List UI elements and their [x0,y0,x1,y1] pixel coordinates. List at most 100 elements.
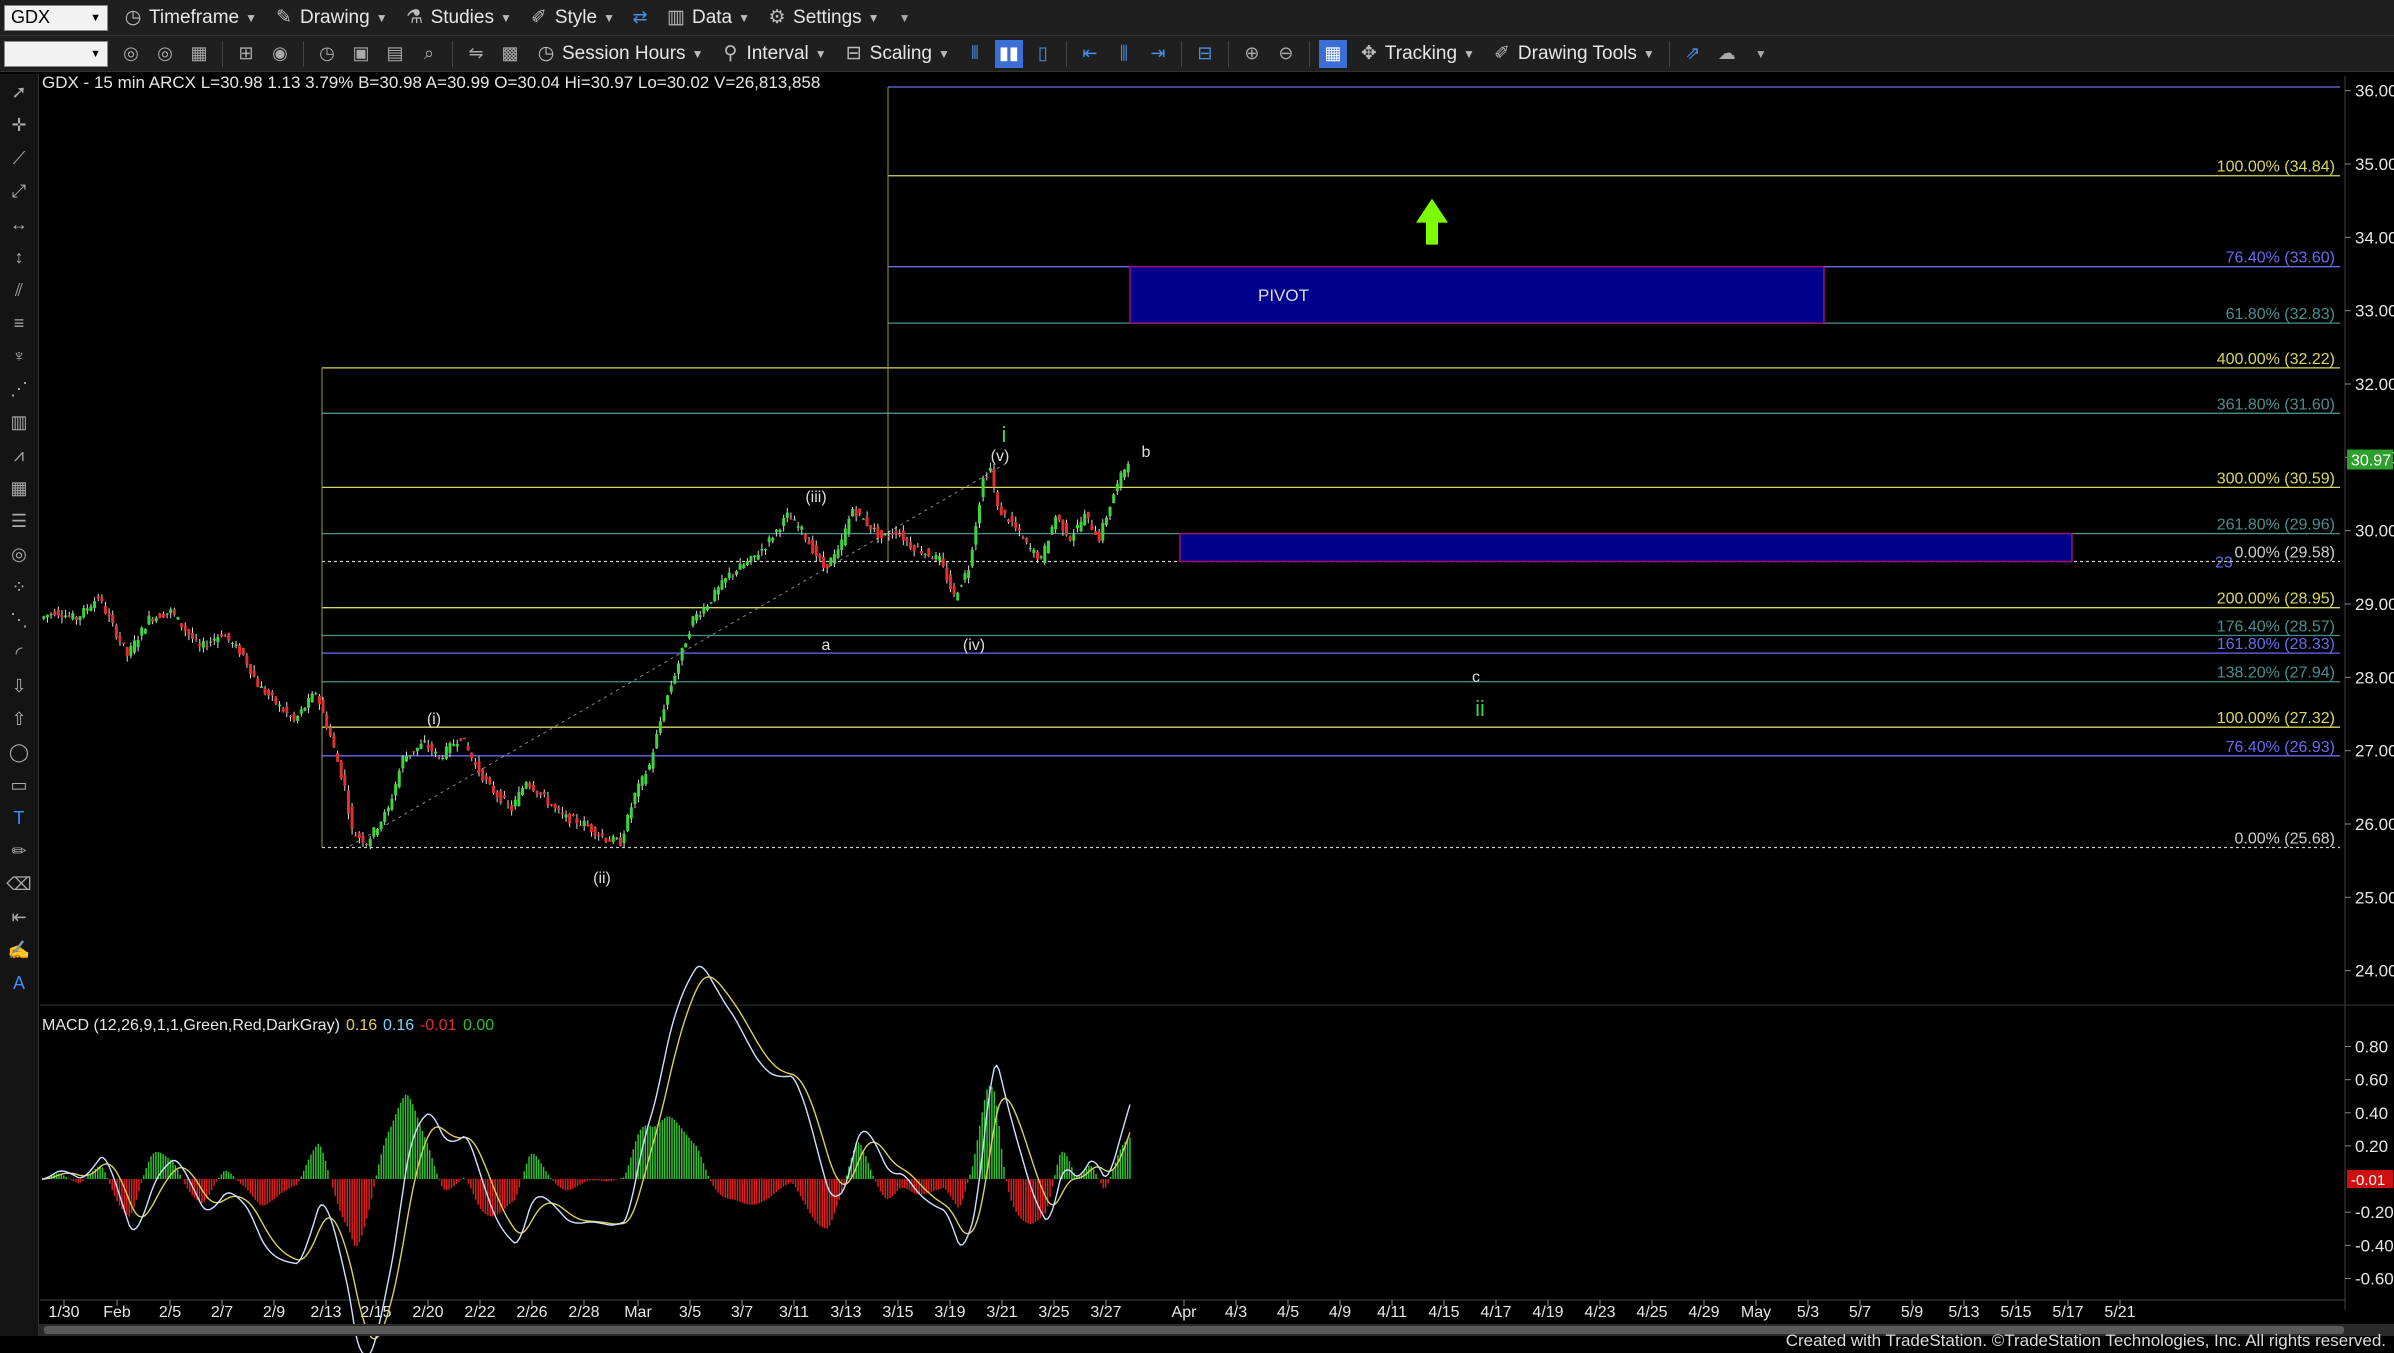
time-tick-label: 5/17 [2052,1304,2083,1321]
bar-spacing-icon[interactable]: ⫼ [1110,40,1138,68]
chart-window-icon[interactable]: ⊞ [232,40,260,68]
macd-zero-value: 0.00 [463,1017,494,1034]
trendline-icon[interactable]: ⟋ [4,143,34,173]
crosshair-icon[interactable]: ✛ [4,110,34,140]
save-icon[interactable]: ▤ [381,40,409,68]
drawing-tools-menu[interactable]: ✐ Drawing Tools ▼ [1483,39,1663,69]
data-menu[interactable]: ▥ Data ▼ [657,3,758,33]
data-label: Data [691,6,733,28]
channel-icon[interactable]: ⫽ [4,275,34,305]
window-layout-icon[interactable]: ⊟ [1191,40,1219,68]
separator [1180,40,1182,67]
arrow-down-icon[interactable]: ⇩ [4,671,34,701]
overflow-caret-icon[interactable]: ▼ [891,4,919,32]
link-alt-icon[interactable]: ◎ [151,40,179,68]
rectangle-icon[interactable]: ▭ [4,770,34,800]
highlighter-icon[interactable]: ✍ [4,935,34,965]
wave-label: b [1142,444,1151,461]
drawing-menu[interactable]: ✎ Drawing ▼ [265,3,396,33]
session-hours-label: Session Hours [562,42,686,64]
style-menu[interactable]: ✐ Style ▼ [520,3,623,33]
candle-body [1094,531,1098,535]
pointer-icon[interactable]: ➚ [4,77,34,107]
drawing-label: Drawing [299,6,370,28]
fib-icon[interactable]: ≡ [4,308,34,338]
text-icon[interactable]: T [4,803,34,833]
cloud-icon[interactable]: ☁ [1713,40,1741,68]
eraser-icon[interactable]: ⌫ [4,869,34,899]
candle-body [999,506,1003,516]
time-tick-label: 3/27 [1090,1304,1121,1321]
levels-icon[interactable]: ☰ [4,506,34,536]
grid-tool-icon[interactable]: ▦ [4,473,34,503]
workspace-combo[interactable]: ▼ [4,40,108,67]
candle-body [836,549,840,558]
studies-menu[interactable]: ⚗ Studies ▼ [396,3,520,33]
symbol-combo[interactable]: GDX ▼ [4,4,108,31]
arrow-up-icon[interactable]: ⇧ [4,704,34,734]
search-icon[interactable]: ⌕ [415,40,443,68]
scroll-left-icon[interactable]: ⇤ [1076,40,1104,68]
candle-body [854,509,858,517]
candle-body [1108,506,1112,517]
regression-icon[interactable]: ⩘ [4,440,34,470]
radar-icon[interactable]: ◉ [266,40,294,68]
sync-icon[interactable]: ⇋ [462,40,490,68]
candle-body [1043,545,1047,564]
arc-icon[interactable]: ◜ [4,638,34,668]
alert-icon[interactable]: ◷ [313,40,341,68]
tracking-menu[interactable]: ✥ Tracking ▼ [1350,39,1483,69]
candle-body [887,536,891,538]
vertical-line-icon[interactable]: ↕ [4,242,34,272]
candle-body [901,530,905,541]
grid-icon[interactable]: ▦ [185,40,213,68]
ray-icon[interactable]: ⤢ [4,176,34,206]
data-grid-icon[interactable]: ▦ [1318,39,1347,68]
horizontal-line-icon[interactable]: ↔ [4,209,34,239]
speed-lines-icon[interactable]: ⋱ [4,605,34,635]
candle-body [477,761,481,773]
interval-menu[interactable]: ⚲ Interval ▼ [711,39,834,69]
timeframe-menu[interactable]: ◷ Timeframe ▼ [114,3,265,33]
settings-menu[interactable]: ⚙ Settings ▼ [758,3,888,33]
wave-label: (iii) [805,489,826,506]
cycle-icon[interactable]: ◎ [4,539,34,569]
time-tick-label: 5/13 [1948,1304,1979,1321]
time-tick-label: 4/19 [1532,1304,1563,1321]
candle-body [372,827,376,837]
bar-style-icon[interactable]: ⫴ [961,40,989,68]
candle-body [386,807,390,812]
ellipse-icon[interactable]: ◯ [4,737,34,767]
marker-icon[interactable]: ✏ [4,836,34,866]
bars-icon[interactable]: ▥ [4,407,34,437]
candle-body [278,704,282,707]
link-icon[interactable]: ◎ [117,40,145,68]
candlestick-icon[interactable]: ▮▮ [994,39,1023,68]
candle-body [600,833,604,837]
order-icon[interactable]: ▣ [347,40,375,68]
price-tick-label: 26.00 [2355,815,2394,834]
session-hours-menu[interactable]: ◷ Session Hours ▼ [527,39,711,69]
dots-icon[interactable]: ⁘ [4,572,34,602]
candle-body [455,743,459,747]
chart-canvas[interactable]: 24.0025.0026.0027.0028.0029.0030.0031.00… [0,0,2394,1353]
zoom-out-icon[interactable]: ⊖ [1272,40,1300,68]
layout-icon[interactable]: ⇄ [626,4,654,32]
text-box-icon[interactable]: A [4,968,34,998]
candle-body [531,785,535,791]
snapshot-icon[interactable]: ▩ [496,40,524,68]
overflow-caret-icon[interactable]: ▼ [1747,40,1775,68]
caret-icon: ▼ [375,10,388,25]
pitchfork-icon[interactable]: ♆ [4,341,34,371]
hollow-candle-icon[interactable]: ▯ [1029,40,1057,68]
zoom-in-icon[interactable]: ⊕ [1238,40,1266,68]
gann-icon[interactable]: ⋰ [4,374,34,404]
export-icon[interactable]: ⇗ [1679,40,1707,68]
candle-body [401,756,405,769]
candle-body [259,686,263,688]
candle-body [793,519,797,521]
scaling-menu[interactable]: ⊟ Scaling ▼ [835,39,958,69]
measure-icon[interactable]: ⇤ [4,902,34,932]
scroll-right-icon[interactable]: ⇥ [1144,40,1172,68]
candle-body [666,695,670,705]
